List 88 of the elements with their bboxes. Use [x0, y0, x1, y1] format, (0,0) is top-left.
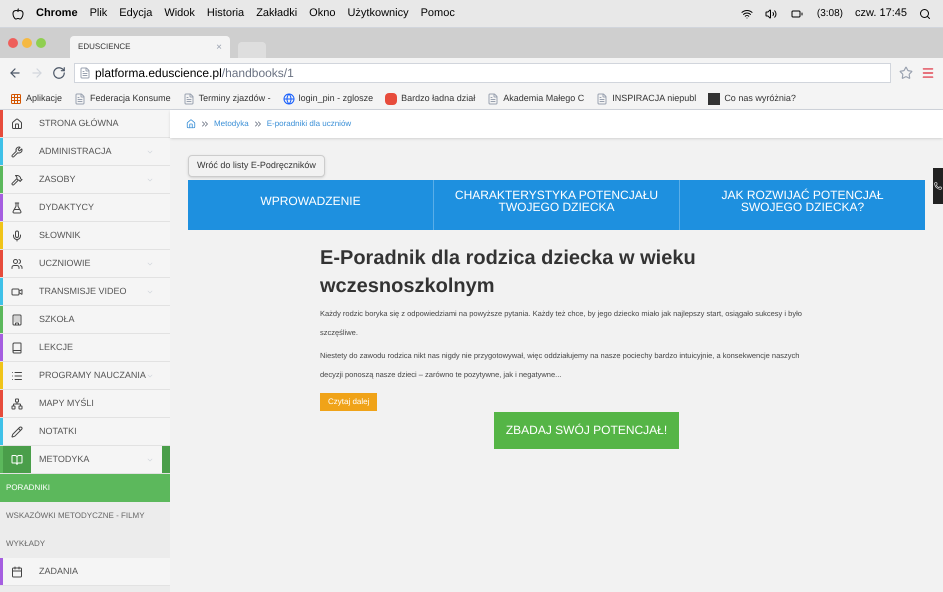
apple-icon[interactable] — [12, 8, 24, 20]
sidebar-item[interactable]: ZADANIA — [0, 558, 170, 586]
flask-icon — [11, 202, 23, 214]
sidebar-item[interactable]: LEKCJE — [0, 334, 170, 362]
sidebar-item[interactable]: SŁOWNIK — [0, 222, 170, 250]
menu-icon[interactable] — [921, 66, 935, 80]
sidebar-item[interactable]: NOTATKI — [0, 418, 170, 446]
wrench-icon — [11, 146, 23, 158]
item-label: ZASOBY — [39, 172, 77, 186]
bookmark[interactable]: Federacja Konsume — [68, 92, 177, 106]
hierarchy-icon — [11, 398, 23, 410]
menu-item[interactable]: Edycja — [119, 5, 152, 22]
globe-icon — [282, 92, 295, 104]
sidebar-item[interactable]: ADMINISTRACJA — [0, 138, 170, 166]
item-label: ZADANIA — [39, 564, 80, 578]
item-label: DYDAKTYCY — [39, 200, 96, 214]
bookmark[interactable]: Co nas wyróżnia? — [702, 92, 802, 106]
sidebar-item[interactable]: UCZNIOWIE — [0, 250, 170, 278]
chevrons-right-icon — [200, 119, 210, 129]
building-icon — [11, 314, 23, 326]
page-icon — [79, 67, 91, 79]
search-icon[interactable] — [919, 8, 931, 20]
sidebar-item[interactable]: PROGRAMY NAUCZANIA — [0, 362, 170, 390]
volume-icon[interactable] — [764, 8, 777, 20]
item-label: NOTATKI — [39, 424, 78, 438]
page-icon — [182, 92, 195, 104]
sidebar-item[interactable]: METODYKA — [0, 446, 170, 474]
item-label: UCZNIOWIE — [39, 256, 92, 270]
item-label: ADMINISTRACJA — [39, 144, 113, 158]
sidebar-item[interactable]: TRANSMISJE VIDEO — [0, 278, 170, 306]
bookmark[interactable]: login_pin - zglosze — [276, 92, 380, 106]
item-label: PROGRAMY NAUCZANIA — [39, 368, 146, 382]
page-icon — [487, 92, 500, 104]
sidebar-item[interactable]: MAPY MYŚLI — [0, 390, 170, 418]
back-button[interactable]: Wróć do listy E-Podręczników — [188, 154, 325, 177]
clock[interactable]: czw. 17:45 — [855, 5, 907, 22]
phone-icon[interactable] — [934, 180, 942, 192]
menu-item[interactable]: Historia — [206, 5, 244, 22]
microphone-icon — [11, 230, 23, 242]
item-label: SŁOWNIK — [39, 228, 82, 242]
address-field[interactable]: platforma.eduscience.pl/handbooks/1 — [74, 63, 891, 83]
pencil-icon — [11, 426, 23, 438]
home-icon — [11, 118, 23, 130]
back-arrow-icon[interactable] — [8, 66, 22, 80]
menu-item[interactable]: Użytkownicy — [347, 5, 409, 22]
article-title: E-Poradnik dla rodzica dziecka w wieku wczesnoszkolnym — [320, 246, 697, 299]
site-icon — [385, 92, 398, 104]
bookmark[interactable]: INSPIRACJA niepubl — [590, 92, 702, 106]
bookmark[interactable]: Terminy zjazdów - — [176, 92, 277, 106]
sidebar-item[interactable]: DYDAKTYCY — [0, 194, 170, 222]
browser-tab[interactable]: EDUSCIENCE × — [70, 36, 230, 58]
sidebar-item[interactable]: SZKOŁA — [0, 306, 170, 334]
sidebar-item[interactable]: STRONA GŁÓWNA — [0, 110, 170, 138]
item-label: STRONA GŁÓWNA — [39, 116, 120, 130]
star-icon[interactable] — [899, 66, 913, 80]
battery-icon[interactable] — [788, 8, 805, 20]
item-label: LEKCJE — [39, 340, 74, 354]
video-camera-icon — [11, 286, 23, 298]
reload-icon[interactable] — [52, 66, 66, 80]
item-label: TRANSMISJE VIDEO — [39, 284, 128, 298]
bookmark[interactable]: Aplikacje — [4, 92, 68, 106]
book-icon — [11, 454, 23, 466]
menu-item[interactable]: Zakładki — [256, 5, 298, 22]
wifi-icon[interactable] — [740, 8, 753, 20]
home-icon[interactable] — [186, 119, 196, 129]
bookmark[interactable]: Bardzo ładna dział — [379, 92, 482, 106]
app-name[interactable]: Chrome — [36, 5, 78, 22]
menu-item[interactable]: Okno — [309, 5, 336, 22]
hammer-icon — [11, 174, 23, 186]
menu-item[interactable]: Plik — [90, 5, 108, 22]
item-label: METODYKA — [39, 452, 90, 466]
page-icon — [74, 92, 86, 104]
menu-item[interactable]: Pomoc — [420, 5, 455, 22]
breadcrumb-link[interactable]: E-poradniki dla uczniów — [266, 118, 352, 130]
sidebar-item[interactable]: ZASOBY — [0, 166, 170, 194]
m-logo-icon — [708, 92, 720, 104]
item-label: MAPY MYŚLI — [39, 396, 95, 410]
users-icon — [11, 258, 23, 270]
item-label: SZKOŁA — [39, 312, 76, 326]
book-icon — [11, 342, 23, 354]
chevrons-right-icon — [252, 119, 263, 129]
breadcrumb-link[interactable]: Metodyka — [214, 118, 249, 130]
calendar-icon — [11, 566, 23, 578]
bookmark[interactable]: Akademia Małego C — [481, 92, 590, 106]
page-icon — [596, 92, 608, 104]
apps-grid-icon — [10, 92, 22, 104]
battery-time: (3:08) — [816, 7, 844, 21]
menu-item[interactable]: Widok — [164, 5, 195, 22]
